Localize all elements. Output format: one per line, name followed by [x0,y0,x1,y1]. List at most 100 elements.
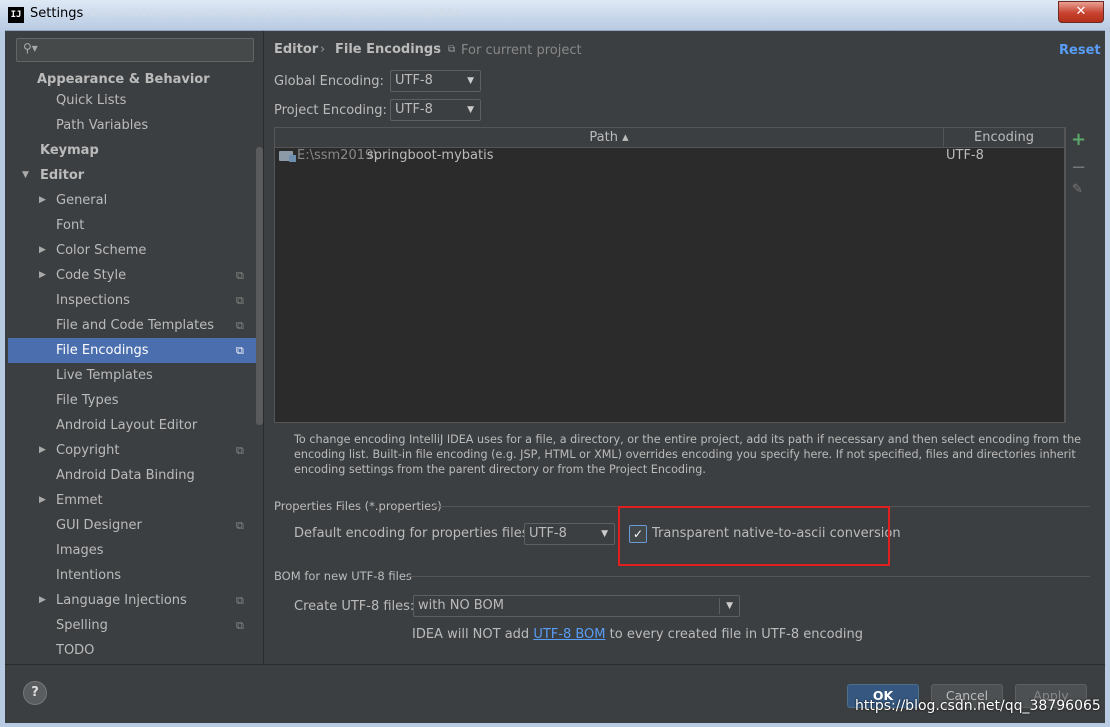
row-path-name: springboot-mybatis [367,148,494,163]
sidebar-item-file-encodings[interactable]: File Encodings ⧉ [8,338,260,363]
sidebar-item-label: Emmet [56,493,103,508]
reset-link[interactable]: Reset [1059,43,1101,58]
scope-hint: For current project [461,43,582,58]
utf8-bom-link[interactable]: UTF-8 BOM [533,627,605,642]
sidebar-item-inspections[interactable]: Inspections ⧉ [8,288,260,313]
sidebar-item-label: Images [56,543,104,558]
sidebar-item-font[interactable]: Font [8,213,260,238]
sidebar-item-label: Inspections [56,293,130,308]
remove-path-button[interactable]: − [1071,157,1086,178]
red-highlight-box [618,506,890,566]
sidebar-item-path-variables[interactable]: Path Variables [8,113,260,138]
sidebar-item-android-data-binding[interactable]: Android Data Binding [8,463,260,488]
sidebar-item-file-code-templates[interactable]: File and Code Templates ⧉ [8,313,260,338]
sidebar-item-label: TODO [56,643,95,658]
sidebar-scrollbar[interactable] [256,147,263,425]
sidebar-item-label: Android Layout Editor [56,418,198,433]
properties-section-title: Properties Files (*.properties) [274,499,442,513]
encoding-description: To change encoding IntelliJ IDEA uses fo… [294,433,1082,476]
properties-default-label: Default encoding for properties files: [294,526,533,541]
sidebar-item-emmet[interactable]: ▶ Emmet [8,488,260,513]
sidebar-item-color-scheme[interactable]: ▶ Color Scheme [8,238,260,263]
sidebar-item-label: Color Scheme [56,243,147,258]
sidebar-item-intentions[interactable]: Intentions [8,563,260,588]
edit-pencil-icon[interactable]: ✎ [1072,182,1083,197]
breadcrumb-separator: › [320,42,326,57]
collapsed-arrow-icon[interactable]: ▶ [39,488,46,513]
sidebar-item-quick-lists[interactable]: Quick Lists [8,88,260,113]
window-subtitle: E:\ssm2019\springboot-mybatis] - springb… [90,6,462,19]
project-scope-icon: ⧉ [236,594,244,607]
chevron-down-icon: ▼ [467,76,474,86]
collapsed-arrow-icon[interactable]: ▶ [39,238,46,263]
intellij-logo-icon: IJ [8,7,24,23]
page-title: File Encodings [335,42,441,57]
collapsed-arrow-icon[interactable]: ▶ [39,438,46,463]
search-icon: ⚲▾ [23,41,38,55]
sidebar-item-label: Spelling [56,618,108,633]
sidebar-item-file-types[interactable]: File Types [8,388,260,413]
column-header-encoding[interactable]: Encoding [944,128,1064,147]
sidebar-item-images[interactable]: Images [8,538,260,563]
chevron-down-icon: ▼ [467,105,474,115]
collapsed-arrow-icon[interactable]: ▶ [39,588,46,613]
sidebar-item-editor[interactable]: ▼ Editor [8,163,260,188]
sidebar-item-todo[interactable]: TODO [8,638,260,663]
bom-select[interactable]: with NO BOM ▼ [413,595,740,617]
add-path-button[interactable]: + [1071,129,1086,150]
row-path-prefix: E:\ssm2019\ [297,148,378,163]
sidebar-item-label: Intentions [56,568,122,583]
sidebar-item-label: Path Variables [56,118,149,133]
chevron-down-icon: ▼ [726,601,733,611]
title-bar: IJ Settings E:\ssm2019\springboot-mybati… [0,0,1110,31]
expanded-arrow-icon[interactable]: ▼ [22,163,29,188]
path-encoding-table: Path ▴ Encoding E:\ssm2019\ springboot-m… [274,127,1065,423]
global-encoding-label: Global Encoding: [274,74,384,89]
sidebar-item-general[interactable]: ▶ General [8,188,260,213]
sidebar-item-label: Copyright [56,443,120,458]
help-button[interactable]: ? [23,681,47,705]
sidebar-item-label: Android Data Binding [56,468,195,483]
global-encoding-select[interactable]: UTF-8 ▼ [390,70,481,92]
sidebar-item-label: File and Code Templates [56,318,214,333]
section-divider [408,576,1090,577]
project-scope-icon: ⧉ [236,444,244,457]
project-scope-icon: ⧉ [236,269,244,282]
sidebar-item-android-layout-editor[interactable]: Android Layout Editor [8,413,260,438]
column-header-path[interactable]: Path ▴ [275,128,944,147]
sidebar-item-language-injections[interactable]: ▶ Language Injections ⧉ [8,588,260,613]
collapsed-arrow-icon[interactable]: ▶ [39,263,46,288]
collapsed-arrow-icon[interactable]: ▶ [39,188,46,213]
sidebar-item-label: Quick Lists [56,93,127,108]
project-encoding-select[interactable]: UTF-8 ▼ [390,99,481,121]
project-scope-icon: ⧉ [236,519,244,532]
properties-encoding-select[interactable]: UTF-8 ▼ [524,523,615,545]
sidebar-item-label: Editor [40,168,85,183]
combo-separator [719,598,720,614]
window-frame-right [1105,30,1110,727]
chevron-down-icon: ▼ [601,529,608,539]
sidebar-item-label: File Types [56,393,119,408]
sidebar-item-code-style[interactable]: ▶ Code Style ⧉ [8,263,260,288]
sidebar-item-copyright[interactable]: ▶ Copyright ⧉ [8,438,260,463]
close-button[interactable]: ✕ [1058,1,1104,23]
sidebar-item-label: File Encodings [56,343,149,358]
settings-sidebar: ⚲▾ Appearance & Behavior Quick Lists Pat… [5,31,264,664]
project-scope-icon: ⧉ [236,344,244,357]
project-encoding-value: UTF-8 [395,102,433,117]
sidebar-item-keymap[interactable]: Keymap [8,138,260,163]
bom-section-title: BOM for new UTF-8 files [274,569,412,583]
global-encoding-value: UTF-8 [395,73,433,88]
project-scope-icon: ⧉ [236,319,244,332]
sidebar-item-live-templates[interactable]: Live Templates [8,363,260,388]
bom-note-text: to every created file in UTF-8 encoding [605,627,863,642]
project-scope-icon: ⧉ [236,619,244,632]
sidebar-item-spelling[interactable]: Spelling ⧉ [8,613,260,638]
search-input[interactable]: ⚲▾ [16,38,254,62]
create-utf8-label: Create UTF-8 files: [294,599,415,614]
table-header: Path ▴ Encoding [275,128,1064,148]
sidebar-item-gui-designer[interactable]: GUI Designer ⧉ [8,513,260,538]
sidebar-item-label: Code Style [56,268,127,283]
row-encoding[interactable]: UTF-8 [946,148,984,163]
window-title: Settings [30,6,84,21]
